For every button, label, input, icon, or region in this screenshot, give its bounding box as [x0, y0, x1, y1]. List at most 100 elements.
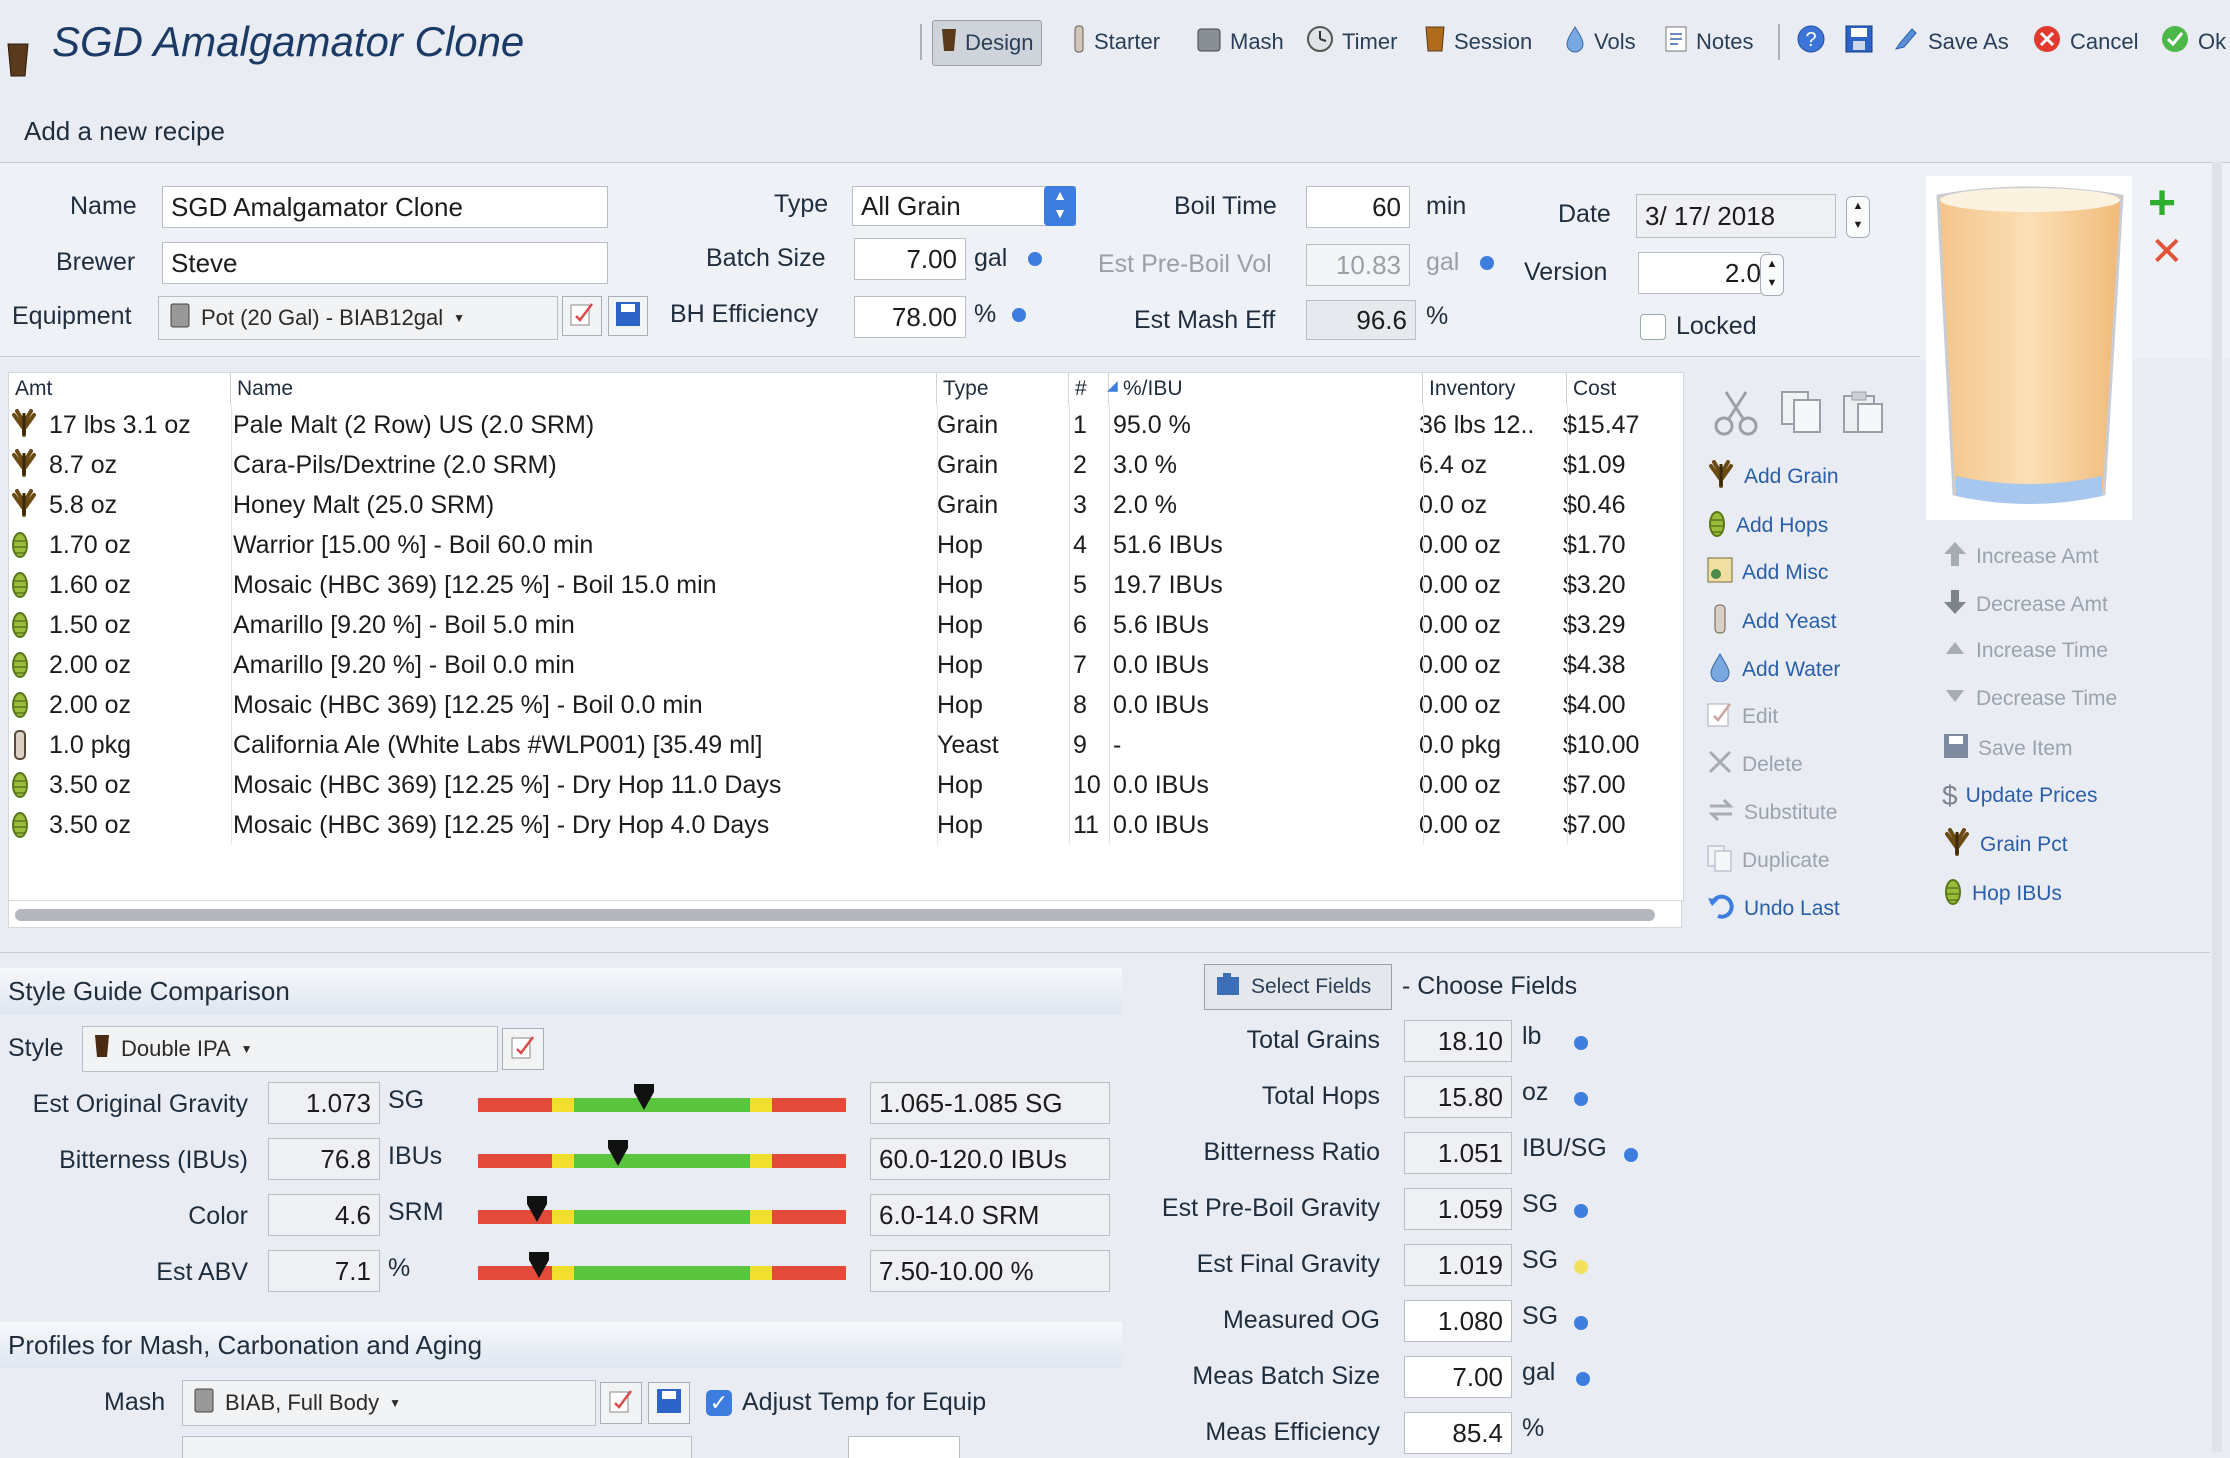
edit-button[interactable]: Edit: [1706, 700, 1778, 734]
timer-button[interactable]: Timer: [1306, 20, 1397, 64]
session-button[interactable]: Session: [1424, 20, 1532, 64]
table-row[interactable]: 1.60 oz Mosaic (HBC 369) [12.25 %] - Boil…: [9, 565, 1683, 605]
decrease-time-button[interactable]: Decrease Time: [1942, 684, 2117, 714]
ingredient-inventory: 0.00 oz: [1419, 811, 1502, 839]
cut-icon[interactable]: [1712, 388, 1760, 441]
version-stepper-icon[interactable]: ▲ ▼: [1760, 254, 1784, 296]
stat-value: 15.80: [1404, 1076, 1512, 1118]
ingredient-number: 2: [1073, 451, 1087, 479]
stepper-icon[interactable]: ▲ ▼: [1044, 186, 1076, 226]
mash-button[interactable]: Mash: [1196, 20, 1284, 64]
column-header-type[interactable]: Type: [937, 373, 1069, 405]
table-row[interactable]: 3.50 oz Mosaic (HBC 369) [12.25 %] - Dry …: [9, 765, 1683, 805]
ingredient-name: Mosaic (HBC 369) [12.25 %] - Boil 0.0 mi…: [233, 691, 703, 719]
date-field[interactable]: 3/ 17/ 2018: [1636, 194, 1836, 238]
cancel-button[interactable]: Cancel: [2032, 20, 2138, 64]
pre-boil-vol-field: 10.83: [1306, 244, 1410, 286]
ingredient-number: 10: [1073, 771, 1101, 799]
table-row[interactable]: 8.7 oz Cara-Pils/Dextrine (2.0 SRM) Grain 2…: [9, 445, 1683, 485]
style-guide-header: Style Guide Comparison: [0, 968, 1122, 1014]
add-misc-button[interactable]: Add Misc: [1706, 556, 1828, 590]
add-hops-button[interactable]: Add Hops: [1706, 508, 1828, 544]
undo-last-button[interactable]: Undo Last: [1706, 892, 1840, 926]
batch-size-field[interactable]: 7.00: [854, 238, 966, 280]
delete-button[interactable]: Delete: [1706, 748, 1803, 782]
ingredient-amount: 17 lbs 3.1 oz: [49, 411, 191, 439]
stat-value[interactable]: 7.00: [1404, 1356, 1512, 1398]
name-field[interactable]: SGD Amalgamator Clone: [162, 186, 608, 228]
hop-ibus-button[interactable]: Hop IBUs: [1942, 876, 2062, 912]
help-button[interactable]: ?: [1796, 20, 1826, 64]
select-fields-label: Select Fields: [1251, 975, 1372, 998]
column-header-num[interactable]: #: [1069, 373, 1109, 405]
grain-pct-button[interactable]: Grain Pct: [1942, 828, 2068, 862]
vertical-scrollbar[interactable]: [2212, 162, 2222, 1452]
edit-equipment-button[interactable]: [562, 296, 602, 336]
hop-icon: [1942, 876, 1964, 912]
save-equipment-button[interactable]: [608, 296, 648, 336]
mash-profile-label: Mash: [104, 1388, 166, 1416]
design-button[interactable]: Design: [932, 20, 1043, 66]
paste-icon[interactable]: [1840, 388, 1888, 441]
save-mash-button[interactable]: [648, 1382, 690, 1424]
column-header-cost[interactable]: Cost: [1567, 373, 1683, 405]
table-row[interactable]: 3.50 oz Mosaic (HBC 369) [12.25 %] - Dry …: [9, 805, 1683, 845]
ingredient-name: Pale Malt (2 Row) US (2.0 SRM): [233, 411, 595, 439]
ingredient-cost: $4.38: [1563, 651, 1626, 679]
stat-value[interactable]: 85.4: [1404, 1412, 1512, 1454]
edit-mash-button[interactable]: [600, 1382, 642, 1424]
column-header-inventory[interactable]: Inventory: [1423, 373, 1567, 405]
increase-amt-button[interactable]: Increase Amt: [1942, 540, 2099, 574]
bh-efficiency-label: BH Efficiency: [670, 300, 819, 328]
add-grain-button[interactable]: Add Grain: [1706, 460, 1839, 494]
add-grain-label: Add Grain: [1744, 465, 1839, 488]
update-prices-button[interactable]: $ Update Prices: [1942, 780, 2097, 812]
brewer-field[interactable]: Steve: [162, 242, 608, 284]
table-row[interactable]: 5.8 oz Honey Malt (25.0 SRM) Grain 3 2.0 % 0.…: [9, 485, 1683, 525]
type-select[interactable]: All Grain: [852, 186, 1076, 226]
bh-efficiency-field[interactable]: 78.00: [854, 296, 966, 338]
table-row[interactable]: 1.50 oz Amarillo [9.20 %] - Boil 5.0 min H…: [9, 605, 1683, 645]
add-yeast-button[interactable]: Add Yeast: [1706, 604, 1837, 640]
adjust-temp-checkbox[interactable]: ✓: [706, 1390, 732, 1416]
duplicate-button[interactable]: Duplicate: [1706, 844, 1830, 878]
pint-icon: [1424, 25, 1446, 59]
horizontal-scrollbar-thumb[interactable]: [15, 909, 1655, 921]
select-fields-button[interactable]: Select Fields: [1204, 964, 1392, 1010]
save-as-button[interactable]: Save As: [1892, 20, 2009, 64]
equipment-select[interactable]: Pot (20 Gal) - BIAB12gal ▼: [158, 296, 558, 340]
column-header-amt[interactable]: Amt: [9, 373, 231, 405]
mash-profile-select[interactable]: BIAB, Full Body ▼: [182, 1380, 596, 1426]
slider-segment: [573, 1154, 751, 1168]
column-header-pct-ibu[interactable]: %/IBU: [1109, 373, 1423, 405]
date-stepper-icon[interactable]: ▲ ▼: [1846, 196, 1870, 238]
table-row[interactable]: 2.00 oz Amarillo [9.20 %] - Boil 0.0 min H…: [9, 645, 1683, 685]
increase-time-button[interactable]: Increase Time: [1942, 636, 2108, 666]
copy-icon[interactable]: [1778, 388, 1826, 441]
vols-button[interactable]: Vols: [1564, 20, 1636, 64]
table-row[interactable]: 2.00 oz Mosaic (HBC 369) [12.25 %] - Boil…: [9, 685, 1683, 725]
stat-label: Meas Efficiency: [1205, 1418, 1380, 1446]
version-field[interactable]: 2.0: [1638, 252, 1770, 294]
add-icon[interactable]: +: [2148, 180, 2176, 228]
table-row[interactable]: 17 lbs 3.1 oz Pale Malt (2 Row) US (2.0 S…: [9, 405, 1683, 445]
ok-button[interactable]: Ok: [2160, 20, 2226, 64]
decrease-amt-button[interactable]: Decrease Amt: [1942, 588, 2108, 622]
boil-time-field[interactable]: 60: [1306, 186, 1410, 228]
save-button[interactable]: [1844, 20, 1874, 64]
ingredient-pct-ibu: 2.0 %: [1113, 491, 1177, 519]
notes-button[interactable]: Notes: [1664, 20, 1753, 64]
locked-checkbox[interactable]: [1640, 314, 1666, 340]
style-select[interactable]: Double IPA ▼: [82, 1026, 498, 1072]
table-row[interactable]: 1.70 oz Warrior [15.00 %] - Boil 60.0 min…: [9, 525, 1683, 565]
substitute-button[interactable]: Substitute: [1706, 796, 1837, 830]
starter-button[interactable]: Starter: [1072, 20, 1160, 64]
save-item-button[interactable]: Save Item: [1942, 732, 2073, 766]
slider-segment: [772, 1266, 846, 1280]
table-row[interactable]: 1.0 pkg California Ale (White Labs #WLP00…: [9, 725, 1683, 765]
column-header-name[interactable]: Name: [231, 373, 937, 405]
edit-style-button[interactable]: [502, 1028, 544, 1070]
stat-value[interactable]: 1.080: [1404, 1300, 1512, 1342]
add-water-button[interactable]: Add Water: [1706, 652, 1840, 688]
remove-icon[interactable]: ✕: [2150, 232, 2184, 272]
